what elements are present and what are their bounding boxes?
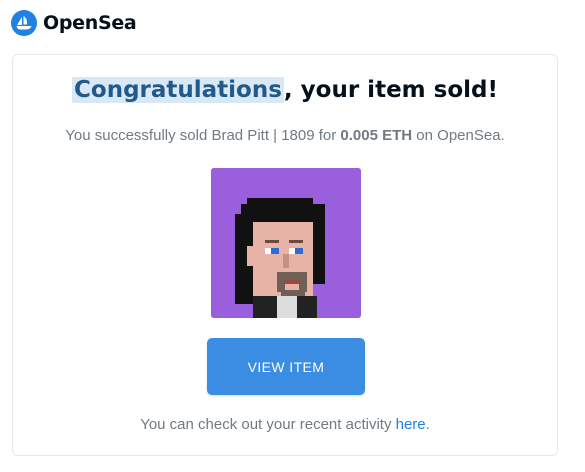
recent-activity-link[interactable]: here [396,416,426,433]
opensea-logo-icon[interactable] [11,10,37,36]
brand-name[interactable]: OpenSea [43,12,137,34]
sale-summary: You successfully sold Brad Pitt | 1809 f… [13,127,557,144]
footer-note: You can check out your recent activity h… [13,416,557,433]
sale-summary-suffix: on OpenSea. [412,127,505,144]
email-page: OpenSea Congratulations, your item sold!… [0,0,585,472]
headline: Congratulations, your item sold! [13,77,557,103]
sale-price: 0.005 ETH [340,127,413,144]
footer-text: You can check out your recent activity [140,416,396,433]
footer-suffix: . [425,416,430,433]
pixel-punk-avatar-icon [211,168,361,318]
sale-notification-card: Congratulations, your item sold! You suc… [12,54,558,456]
item-image[interactable] [211,168,361,318]
headline-highlight: Congratulations [72,77,284,103]
sale-summary-prefix: You successfully sold Brad Pitt | 1809 f… [65,127,341,144]
view-item-button[interactable]: VIEW ITEM [207,338,365,395]
headline-rest: , your item sold! [283,77,498,103]
header: OpenSea [11,8,137,38]
